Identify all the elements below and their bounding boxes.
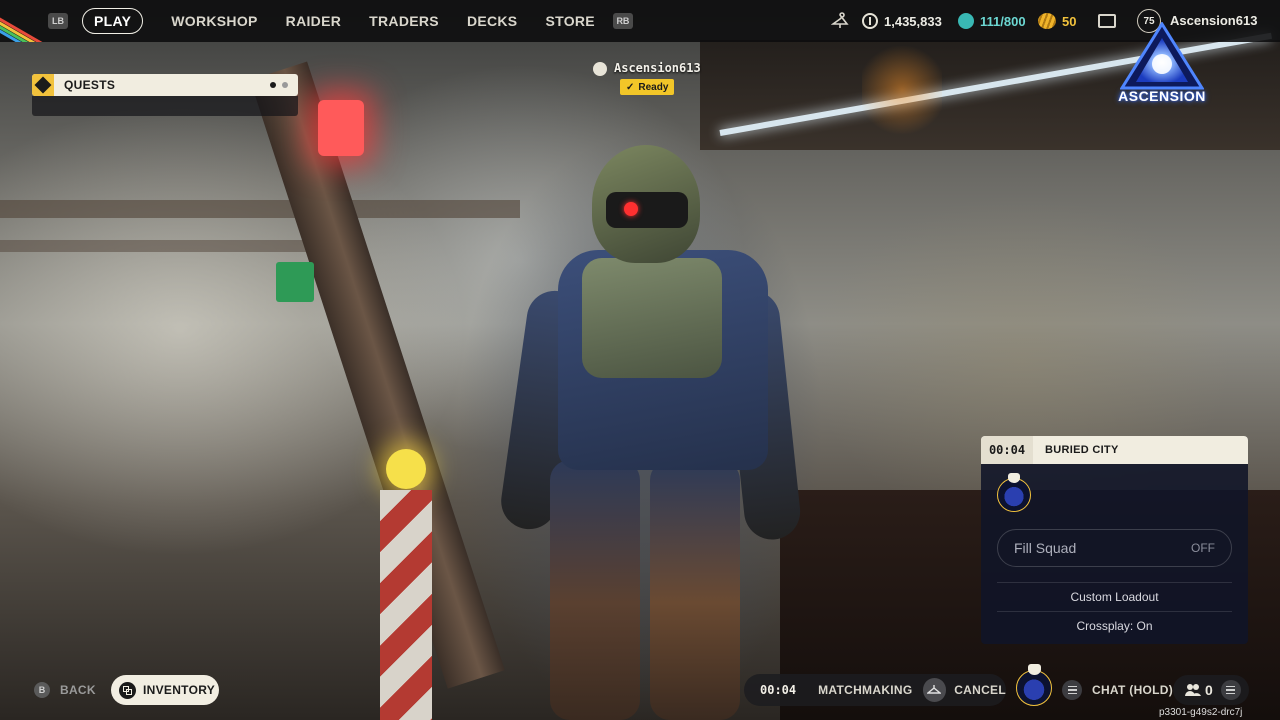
tab-raider[interactable]: RAIDER: [286, 13, 341, 29]
inventory-label: INVENTORY: [143, 683, 216, 697]
rb-bumper-badge[interactable]: RB: [612, 13, 633, 29]
leader-crown-icon: [1028, 664, 1041, 675]
rainbow-stripe-decoration: [0, 0, 44, 42]
back-button[interactable]: B BACK: [34, 677, 96, 703]
view-button-icon: [119, 681, 136, 699]
custom-loadout-option[interactable]: Custom Loadout: [981, 590, 1248, 604]
divider: [997, 611, 1232, 612]
quests-body: [32, 96, 298, 116]
player-avatar[interactable]: [1016, 664, 1052, 706]
red-warning-lamp: [318, 100, 364, 156]
diagonal-support-beam: [250, 61, 505, 689]
coins-amount: 1,435,833: [884, 13, 942, 29]
b-button-icon: B: [34, 682, 50, 698]
top-navigation-bar: LB PLAY WORKSHOP RAIDER TRADERS DECKS ST…: [0, 0, 1280, 42]
raider-visor-eye: [624, 202, 638, 216]
quests-page-dots: [270, 82, 288, 88]
gold-coin-icon: [1038, 13, 1056, 29]
squad-member-avatar[interactable]: [997, 473, 1031, 512]
tab-play[interactable]: PLAY: [82, 8, 144, 34]
friends-button[interactable]: 0: [1173, 675, 1249, 705]
cancel-hanger-icon[interactable]: [922, 678, 947, 702]
tab-traders[interactable]: TRADERS: [369, 13, 439, 29]
match-timer: 00:04: [981, 436, 1033, 464]
quests-label: QUESTS: [64, 78, 116, 92]
coins-icon: [862, 13, 878, 29]
hanger-icon[interactable]: [831, 12, 849, 30]
chat-button[interactable]: CHAT (HOLD): [1062, 679, 1173, 701]
cancel-button[interactable]: CANCEL: [954, 683, 1006, 697]
raider-character-model: [497, 140, 810, 720]
build-id: p3301-g49s2-drc7j: [1159, 707, 1243, 718]
matchmaking-status-bar: 00:04 MATCHMAKING CANCEL: [744, 674, 1006, 706]
main-tabs: LB PLAY WORKSHOP RAIDER TRADERS DECKS ST…: [48, 8, 633, 34]
crossplay-option[interactable]: Crossplay: On: [981, 619, 1248, 633]
ascension-logo: ASCENSION: [1102, 22, 1222, 110]
player-name: Ascension613: [614, 61, 701, 75]
creds-amount: 111/800: [980, 13, 1026, 29]
gold-amount: 50: [1062, 13, 1077, 29]
match-header: 00:04 BURIED CITY: [981, 436, 1248, 464]
tab-decks[interactable]: DECKS: [467, 13, 518, 29]
neon-arrow-sign: [862, 40, 942, 140]
quest-diamond-icon: [32, 74, 54, 96]
matchmaking-label: MATCHMAKING: [818, 683, 913, 697]
checkmark-icon: ✓: [626, 81, 635, 93]
ascension-triangle-emblem: [1120, 22, 1204, 90]
lb-bumper-badge[interactable]: LB: [48, 13, 68, 29]
creds-currency[interactable]: 111/800: [958, 10, 1026, 32]
menu-button-icon: [1062, 680, 1082, 700]
chat-label: CHAT (HOLD): [1092, 683, 1174, 697]
divider: [997, 582, 1232, 583]
quests-widget[interactable]: QUESTS: [32, 74, 298, 116]
friends-count: 0: [1205, 682, 1213, 698]
yellow-bollard-lamp: [386, 449, 426, 489]
friends-icon: [1185, 684, 1201, 696]
page-dot-inactive: [282, 82, 288, 88]
steel-girder: [0, 200, 520, 218]
ready-status-badge: ✓ Ready: [620, 79, 675, 95]
raider-visor: [606, 192, 688, 228]
friends-menu-icon[interactable]: [1220, 680, 1241, 700]
tab-store[interactable]: STORE: [545, 13, 594, 29]
green-exit-sign: [276, 262, 314, 302]
page-dot-active: [270, 82, 276, 88]
raider-left-leg: [550, 460, 640, 720]
leader-crown-icon: [1008, 473, 1020, 483]
fill-squad-label: Fill Squad: [1014, 540, 1077, 556]
raider-right-leg: [650, 460, 740, 720]
ascension-logo-text: ASCENSION: [1118, 88, 1206, 104]
matchmaking-timer: 00:04: [760, 683, 797, 697]
inventory-button[interactable]: INVENTORY: [111, 675, 219, 705]
striped-barrier-pole: [380, 490, 432, 720]
player-nameplate: Ascension613 ✓ Ready: [590, 59, 710, 99]
coins-currency[interactable]: 1,435,833: [862, 10, 942, 32]
crown-icon: [593, 62, 607, 76]
back-label: BACK: [60, 683, 96, 697]
quests-header[interactable]: QUESTS: [32, 74, 298, 96]
gold-currency[interactable]: 50: [1038, 10, 1076, 32]
creds-icon: [958, 13, 974, 29]
fill-squad-toggle[interactable]: Fill Squad OFF: [997, 529, 1232, 567]
ready-label: Ready: [638, 81, 669, 93]
match-panel: 00:04 BURIED CITY Fill Squad OFF Custom …: [981, 436, 1248, 644]
tab-workshop[interactable]: WORKSHOP: [171, 13, 257, 29]
fill-squad-value: OFF: [1191, 541, 1215, 555]
map-name: BURIED CITY: [1045, 444, 1119, 456]
raider-armor-vest: [582, 258, 722, 378]
